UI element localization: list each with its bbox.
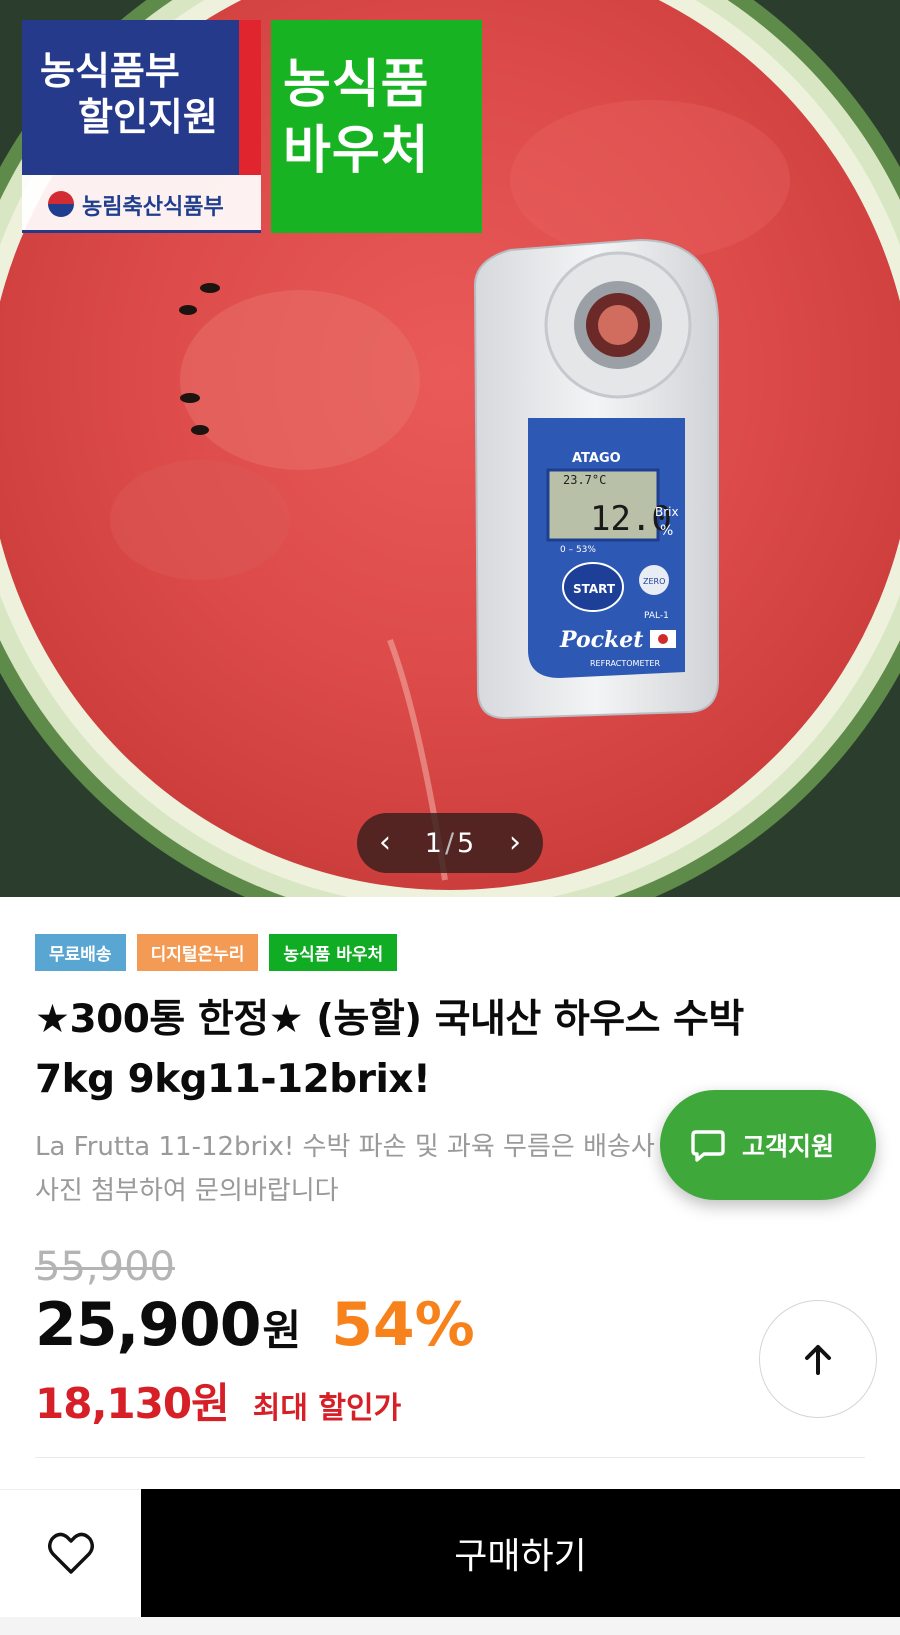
meter-unit-bottom: % xyxy=(660,523,673,539)
product-image-slider[interactable]: 23.7°C 12.0 ATAGO Brix % 0 – 53% START Z… xyxy=(0,0,900,897)
original-price: 55,900 xyxy=(35,1244,175,1290)
scroll-to-top-button[interactable] xyxy=(759,1300,877,1418)
sale-price: 25,900 xyxy=(35,1290,262,1360)
meter-refractometer: REFRACTOMETER xyxy=(590,659,660,668)
meter-zero: ZERO xyxy=(643,577,665,586)
ministry-strip: 농림축산식품부 xyxy=(22,175,261,233)
chat-bubble-icon xyxy=(691,1130,725,1162)
voucher-badge: 농식품 바우처 xyxy=(271,20,482,233)
wishlist-button[interactable] xyxy=(0,1489,141,1617)
voucher-line2: 바우처 xyxy=(283,121,430,181)
section-divider xyxy=(35,1457,865,1458)
system-nav-bar xyxy=(0,1617,900,1635)
product-page: 23.7°C 12.0 ATAGO Brix % 0 – 53% START Z… xyxy=(0,0,900,1635)
page-separator: / xyxy=(444,827,456,859)
purchase-bar: 구매하기 xyxy=(0,1489,900,1617)
arrow-up-icon xyxy=(805,1345,831,1375)
max-discount-label: 최대 할인가 xyxy=(252,1391,402,1426)
total-pages: 5 xyxy=(457,827,476,859)
tag-digital-onnuri: 디지털온누리 xyxy=(136,934,259,971)
discount-rate: 54% xyxy=(331,1290,475,1360)
discount-support-label: 농식품부 할인지원 xyxy=(22,20,239,175)
tag-food-voucher: 농식품 바우처 xyxy=(269,934,398,971)
taegeuk-logo-icon xyxy=(48,191,74,217)
government-discount-badge: 농식품부 할인지원 농림축산식품부 농식품 바우처 xyxy=(22,20,482,233)
chevron-right-icon[interactable]: › xyxy=(509,828,521,858)
meter-range: 0 – 53% xyxy=(560,545,596,555)
price-unit: 원 xyxy=(262,1306,302,1355)
page-counter: 1/5 xyxy=(425,828,475,859)
customer-support-label: 고객지원 xyxy=(742,1132,835,1161)
sale-price-row: 25,900 원 54% xyxy=(35,1290,475,1360)
badge-line1: 농식품부 xyxy=(40,49,180,93)
product-tags: 무료배송 디지털온누리 농식품 바우처 xyxy=(35,934,398,971)
meter-model: PAL-1 xyxy=(644,611,669,621)
badge-red-stripe xyxy=(239,20,261,175)
chevron-left-icon[interactable]: ‹ xyxy=(379,828,391,858)
meter-pocket: Pocket xyxy=(559,627,643,653)
buy-button[interactable]: 구매하기 xyxy=(141,1489,900,1617)
meter-temp: 23.7°C xyxy=(563,473,606,487)
image-pager: ‹ 1/5 › xyxy=(357,813,543,873)
voucher-line1: 농식품 xyxy=(283,55,430,115)
badge-line2: 할인지원 xyxy=(78,95,218,139)
meter-unit-top: Brix xyxy=(655,505,679,519)
heart-icon xyxy=(47,1532,94,1574)
product-subtitle: La Frutta 11-12brix! 수박 파손 및 과육 무름은 배송사 … xyxy=(35,1132,655,1206)
max-discount-price: 18,130원 xyxy=(35,1379,230,1428)
meter-brand: ATAGO xyxy=(572,451,621,466)
refractometer-device: 23.7°C 12.0 ATAGO Brix % 0 – 53% START Z… xyxy=(473,238,719,720)
ministry-name: 농림축산식품부 xyxy=(82,195,224,220)
customer-support-button[interactable]: 고객지원 xyxy=(660,1090,876,1200)
max-discount-row: 18,130원 최대 할인가 xyxy=(35,1370,401,1431)
tag-free-shipping: 무료배송 xyxy=(35,934,126,971)
current-page: 1 xyxy=(424,827,443,859)
meter-start: START xyxy=(573,582,616,596)
